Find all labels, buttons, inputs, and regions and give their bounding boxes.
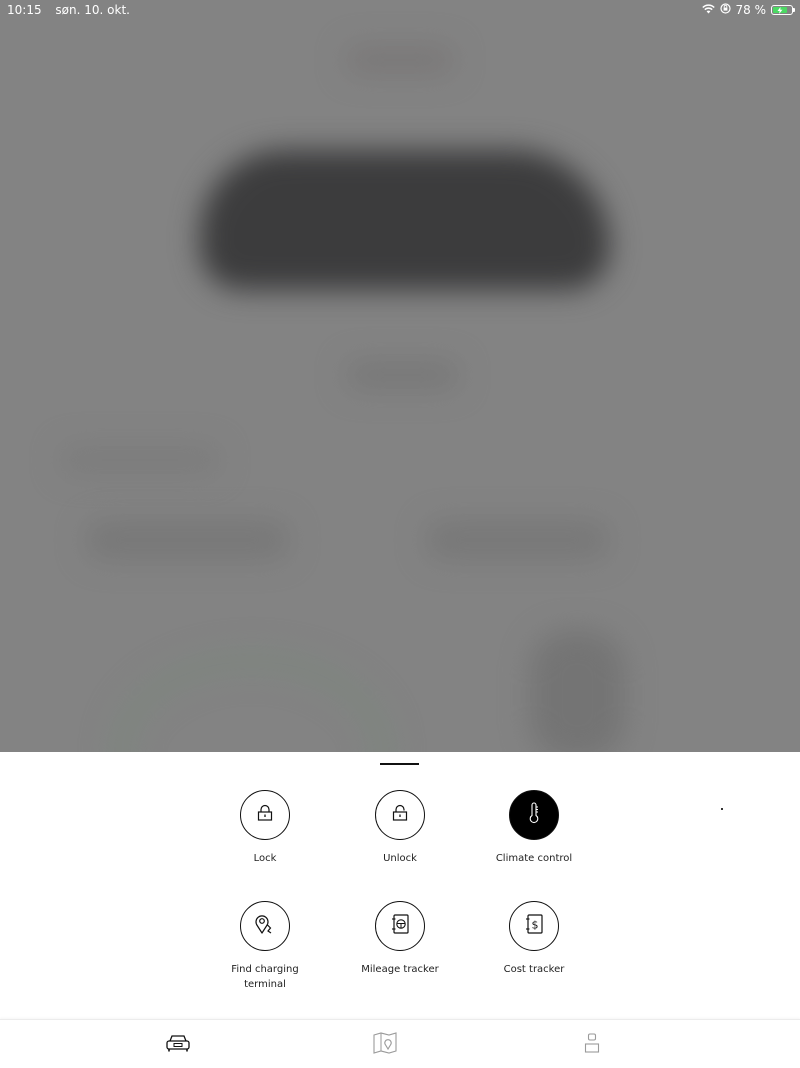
map-icon: [373, 1032, 397, 1058]
lock-icon: [256, 804, 274, 826]
unlock-action[interactable]: Unlock: [335, 790, 465, 866]
battery-percent: 78 %: [735, 3, 767, 17]
blurred-car-image: [200, 150, 610, 290]
lock-button[interactable]: [240, 790, 290, 840]
wifi-icon: [701, 3, 715, 17]
find-charging-terminal-label: Find charging terminal: [231, 964, 299, 990]
tab-map[interactable]: [370, 1032, 400, 1058]
car-icon: [165, 1033, 191, 1057]
blurred-charge-bar: [530, 630, 625, 752]
cost-tracker-action[interactable]: $ Cost tracker: [469, 901, 599, 977]
unlock-button[interactable]: [375, 790, 425, 840]
blurred-info-card: [425, 520, 610, 560]
unlock-label: Unlock: [383, 853, 417, 864]
climate-control-button[interactable]: [509, 790, 559, 840]
tab-car[interactable]: [163, 1032, 193, 1058]
climate-control-label: Climate control: [495, 853, 573, 864]
lock-action[interactable]: Lock: [200, 790, 330, 866]
cost-tracker-button[interactable]: $: [509, 901, 559, 951]
mileage-logbook-icon: [389, 913, 411, 939]
status-bar: 10:15 søn. 10. okt. 78 %: [0, 0, 800, 20]
thermometer-icon: [527, 802, 541, 828]
unlock-icon: [391, 804, 409, 826]
mileage-tracker-button[interactable]: [375, 901, 425, 951]
blurred-status-pill: [345, 360, 460, 390]
cost-tracker-label: Cost tracker: [503, 964, 565, 975]
decorative-dot: [721, 808, 723, 810]
find-charging-terminal-action[interactable]: Find charging terminal: [200, 901, 330, 992]
mileage-tracker-label: Mileage tracker: [361, 964, 439, 975]
quick-actions-sheet: Lock Unlock Climate control Find chargin…: [0, 752, 800, 1019]
profile-icon: [583, 1032, 601, 1058]
blurred-section-heading: [60, 445, 220, 475]
status-date: søn. 10. okt.: [55, 3, 130, 17]
sheet-drag-handle[interactable]: [380, 763, 419, 765]
map-pin-charging-icon: [254, 913, 276, 939]
bottom-tab-bar: [0, 1019, 800, 1068]
blurred-background-app: [0, 0, 800, 752]
tab-profile[interactable]: [577, 1032, 607, 1058]
blurred-range-gauge: [110, 650, 394, 752]
blurred-info-card: [85, 520, 290, 560]
climate-control-action[interactable]: Climate control: [469, 790, 599, 866]
mileage-tracker-action[interactable]: Mileage tracker: [335, 901, 465, 977]
svg-text:$: $: [532, 919, 539, 932]
find-charging-terminal-button[interactable]: [240, 901, 290, 951]
cost-logbook-icon: $: [523, 913, 545, 939]
status-time: 10:15: [7, 3, 42, 17]
orientation-lock-icon: [719, 3, 731, 17]
blurred-title: [345, 45, 455, 75]
battery-charging-icon: [771, 5, 795, 15]
lock-label: Lock: [253, 853, 277, 864]
